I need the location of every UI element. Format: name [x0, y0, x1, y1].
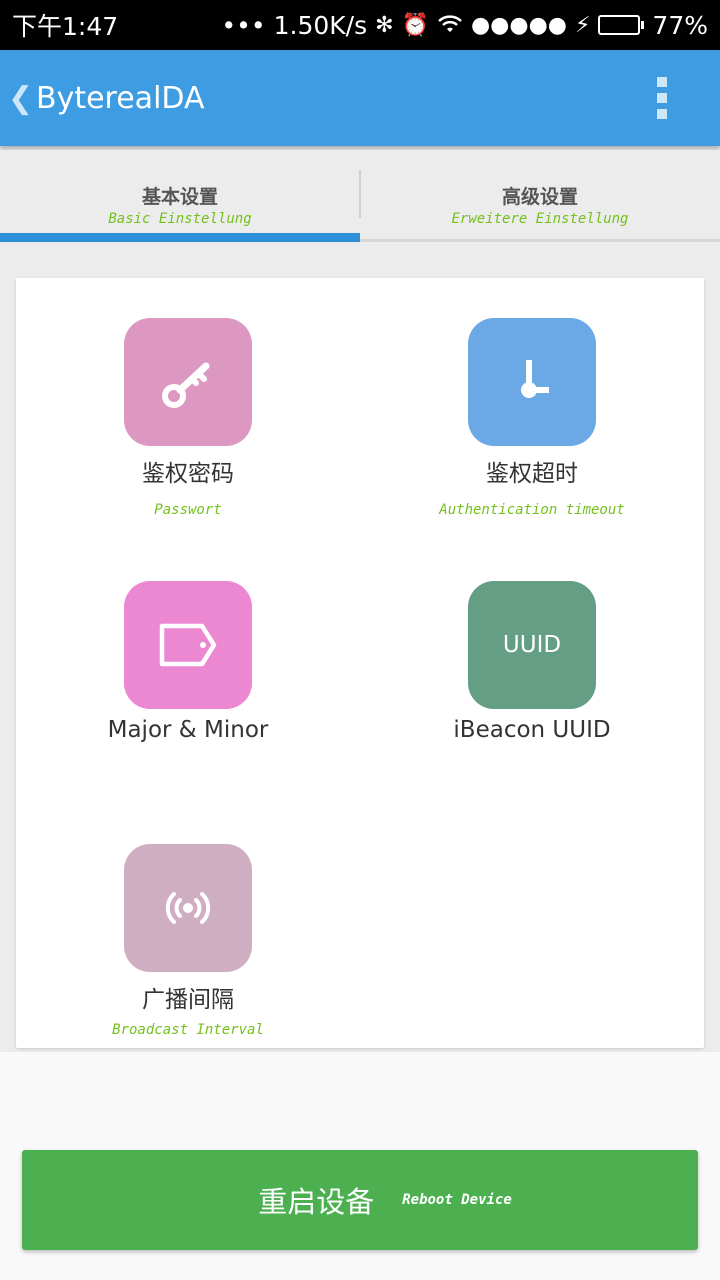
tile-label: 广播间隔: [142, 987, 234, 1013]
clock-icon: [521, 360, 549, 398]
wifi-icon: [437, 11, 463, 40]
tab-sublabel: Erweitere Einstellung: [451, 211, 629, 227]
tab-label: 基本设置: [141, 186, 218, 208]
charging-icon: ⚡: [574, 12, 591, 38]
tile-major-minor[interactable]: Major & Minor: [38, 581, 338, 743]
tile-label: Major & Minor: [107, 717, 269, 743]
signal-strength-icon: ●●●●●: [470, 12, 567, 38]
app-bar: ❮ ByterealDA: [0, 50, 720, 146]
overflow-menu-icon[interactable]: [642, 68, 682, 128]
tab-bar: 基本设置 Basic Einstellung 高级设置 Erweitere Ei…: [0, 150, 720, 242]
status-bar: 下午1:47 ••• 1.50K/s ✻ ⏰ ●●●●● ⚡ 77%: [0, 0, 720, 50]
tile-sublabel: Passwort: [154, 502, 222, 518]
broadcast-icon: [165, 892, 211, 924]
tile-label: iBeacon UUID: [453, 717, 611, 743]
uuid-icon: UUID: [502, 632, 562, 658]
tile-icon-box: [124, 581, 252, 709]
tile-sublabel: Broadcast Interval: [112, 1022, 264, 1038]
tile-label: 鉴权密码: [142, 461, 234, 487]
tile-auth-timeout[interactable]: 鉴权超时 Authentication timeout: [382, 318, 682, 518]
tile-icon-box: [124, 844, 252, 972]
reboot-label: 重启设备: [258, 1185, 375, 1219]
tab-sublabel: Basic Einstellung: [108, 211, 252, 227]
tile-broadcast-interval[interactable]: 广播间隔 Broadcast Interval: [38, 844, 338, 1038]
settings-card: 鉴权密码 Passwort 鉴权超时 Authentication timeou…: [16, 278, 704, 1048]
tile-icon-box: [468, 318, 596, 446]
more-notifications-icon: •••: [221, 10, 266, 40]
reboot-device-button[interactable]: 重启设备 Reboot Device: [22, 1150, 698, 1250]
tile-label: 鉴权超时: [486, 461, 578, 487]
network-speed: 1.50K/s: [273, 10, 368, 40]
status-time: 下午1:47: [12, 12, 119, 41]
tag-icon: [159, 623, 217, 667]
app-title: ByterealDA: [36, 80, 205, 116]
tile-icon-box: [124, 318, 252, 446]
tile-sublabel: Authentication timeout: [439, 502, 625, 518]
tab-label: 高级设置: [501, 186, 578, 208]
tile-auth-password[interactable]: 鉴权密码 Passwort: [38, 318, 338, 518]
tab-advanced-settings[interactable]: 高级设置 Erweitere Einstellung: [360, 150, 720, 239]
tile-ibeacon-uuid[interactable]: UUID iBeacon UUID: [382, 581, 682, 743]
back-icon[interactable]: ❮: [8, 81, 33, 116]
reboot-sublabel: Reboot Device: [402, 1192, 512, 1208]
tab-basic-settings[interactable]: 基本设置 Basic Einstellung: [0, 150, 360, 242]
battery-percent: 77%: [652, 10, 708, 40]
alarm-off-icon: ⏰: [401, 12, 429, 38]
tab-divider: [359, 170, 361, 218]
battery-icon: [598, 15, 645, 35]
key-icon: [162, 362, 210, 408]
tile-icon-box: UUID: [468, 581, 596, 709]
bluetooth-icon: ✻: [375, 12, 394, 38]
